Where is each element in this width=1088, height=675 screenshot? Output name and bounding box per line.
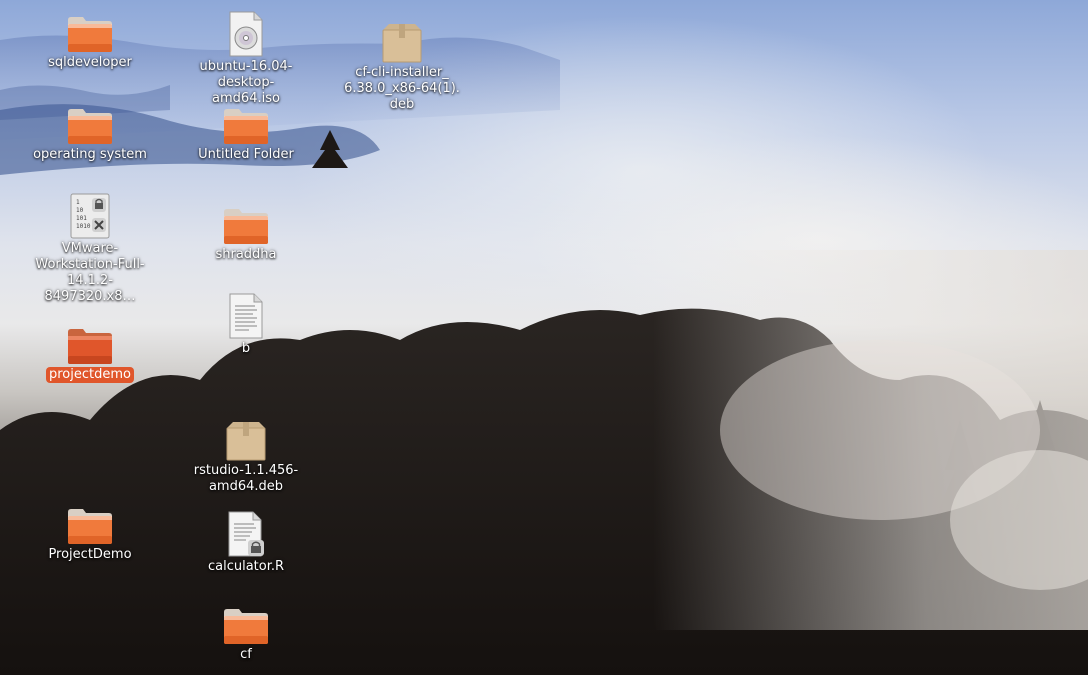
folder-icon (220, 596, 272, 646)
svg-text:1: 1 (76, 199, 80, 206)
icon-label: Untitled Folder (198, 147, 294, 162)
icon-label: operating system (33, 147, 147, 162)
desktop-icon-vmware[interactable]: 1 10 101 1010 VMware- Workstation-Full- … (30, 190, 150, 305)
folder-icon (64, 96, 116, 146)
icon-label: ProjectDemo (48, 547, 132, 562)
icon-label: shraddha (215, 247, 277, 262)
desktop-icon-projectdemo[interactable]: projectdemo (30, 316, 150, 383)
folder-icon (220, 196, 272, 246)
desktop-icon-cf-cli-installer[interactable]: cf-cli-installer_ 6.38.0_x86-64(1). deb (342, 14, 462, 113)
icon-label: b (241, 341, 251, 356)
desktop-icon-calculator[interactable]: calculator.R (186, 508, 306, 575)
icon-label: sqldeveloper (48, 55, 132, 70)
desktop-icon-operating-system[interactable]: operating system (30, 96, 150, 163)
folder-icon (220, 96, 272, 146)
icon-label: cf-cli-installer_ 6.38.0_x86-64(1). deb (344, 65, 460, 112)
desktop-icon-ubuntu-iso[interactable]: ubuntu-16.04- desktop-amd64.iso (186, 8, 306, 107)
desktop-icon-cf[interactable]: cf (186, 596, 306, 663)
desktop-icon-sqldeveloper[interactable]: sqldeveloper (30, 4, 150, 71)
icon-label: rstudio-1.1.456- amd64.deb (193, 463, 299, 494)
desktop-icon-rstudio[interactable]: rstudio-1.1.456- amd64.deb (186, 412, 306, 495)
icon-label: cf (240, 647, 252, 662)
icon-label-selected: projectdemo (46, 367, 134, 383)
icon-label: calculator.R (207, 559, 285, 574)
locked-binary-icon: 1 10 101 1010 (64, 190, 116, 240)
package-icon (220, 412, 272, 462)
desktop-icon-ProjectDemo[interactable]: ProjectDemo (30, 496, 150, 563)
desktop[interactable]: sqldeveloper operating system 1 10 101 1… (0, 0, 1088, 675)
svg-text:10: 10 (76, 207, 84, 214)
folder-icon (64, 4, 116, 54)
svg-text:1010: 1010 (76, 223, 91, 230)
folder-icon (64, 316, 116, 366)
package-icon (376, 14, 428, 64)
wallpaper-foggy-forest (0, 35, 1088, 675)
disc-image-icon (220, 8, 272, 58)
desktop-icon-shraddha[interactable]: shraddha (186, 196, 306, 263)
desktop-icon-untitled-folder[interactable]: Untitled Folder (186, 96, 306, 163)
folder-icon (64, 496, 116, 546)
locked-text-file-icon (220, 508, 272, 558)
icon-label: VMware- Workstation-Full- 14.1.2-8497320… (35, 241, 145, 304)
desktop-icon-b[interactable]: b (186, 290, 306, 357)
text-file-icon (220, 290, 272, 340)
svg-text:101: 101 (76, 215, 87, 222)
